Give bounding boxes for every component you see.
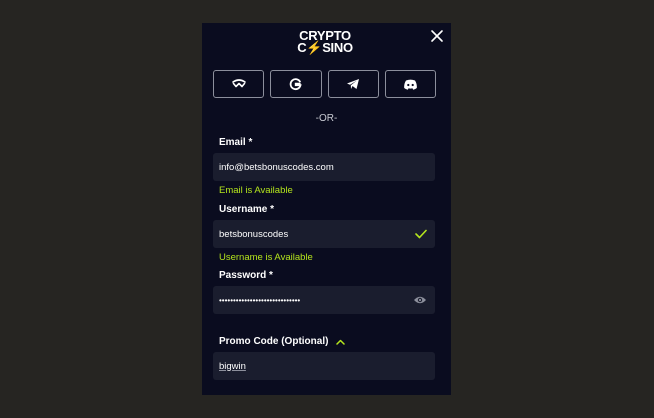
signup-modal: CRYPTO C⚡SINO -OR- Email * info@betsbonu… — [202, 23, 451, 395]
promo-code-toggle[interactable]: Promo Code (Optional) — [219, 336, 346, 347]
username-label: Username * — [219, 204, 275, 215]
password-label: Password * — [219, 270, 273, 281]
promo-code-label: Promo Code (Optional) — [219, 336, 329, 347]
telegram-icon — [346, 78, 360, 90]
eye-icon[interactable] — [413, 295, 427, 305]
telegram-login-button[interactable] — [327, 70, 379, 98]
username-field[interactable]: betsbonuscodes — [213, 220, 435, 248]
google-icon — [289, 77, 302, 91]
discord-login-button[interactable] — [384, 70, 436, 98]
chevron-up-icon — [336, 339, 346, 345]
or-separator: -OR- — [315, 113, 338, 124]
walletconnect-login-button[interactable] — [213, 70, 265, 98]
close-icon[interactable] — [429, 28, 445, 44]
email-status: Email is Available — [219, 185, 293, 196]
checkmark-icon — [415, 229, 427, 239]
google-login-button[interactable] — [270, 70, 322, 98]
logo-line-2-end: SINO — [322, 40, 353, 55]
promo-code-field[interactable]: bigwin — [213, 352, 435, 380]
email-label: Email * — [219, 137, 253, 148]
logo-line-2: C⚡SINO — [295, 40, 355, 55]
discord-icon — [403, 79, 418, 90]
promo-code-value: bigwin — [219, 360, 246, 372]
walletconnect-icon — [231, 79, 247, 89]
password-value: ••••••••••••••••••••••••••••• — [219, 295, 301, 305]
username-value: betsbonuscodes — [219, 228, 289, 240]
lightning-bolt-icon: ⚡ — [306, 40, 323, 55]
logo-line-2-start: C — [297, 40, 307, 55]
email-field[interactable]: info@betsbonuscodes.com — [213, 153, 435, 181]
password-field[interactable]: ••••••••••••••••••••••••••••• — [213, 286, 435, 314]
social-login-row — [213, 70, 436, 98]
email-value: info@betsbonuscodes.com — [219, 161, 334, 173]
crypto-casino-logo: CRYPTO C⚡SINO — [295, 29, 355, 58]
username-status: Username is Available — [219, 252, 313, 263]
